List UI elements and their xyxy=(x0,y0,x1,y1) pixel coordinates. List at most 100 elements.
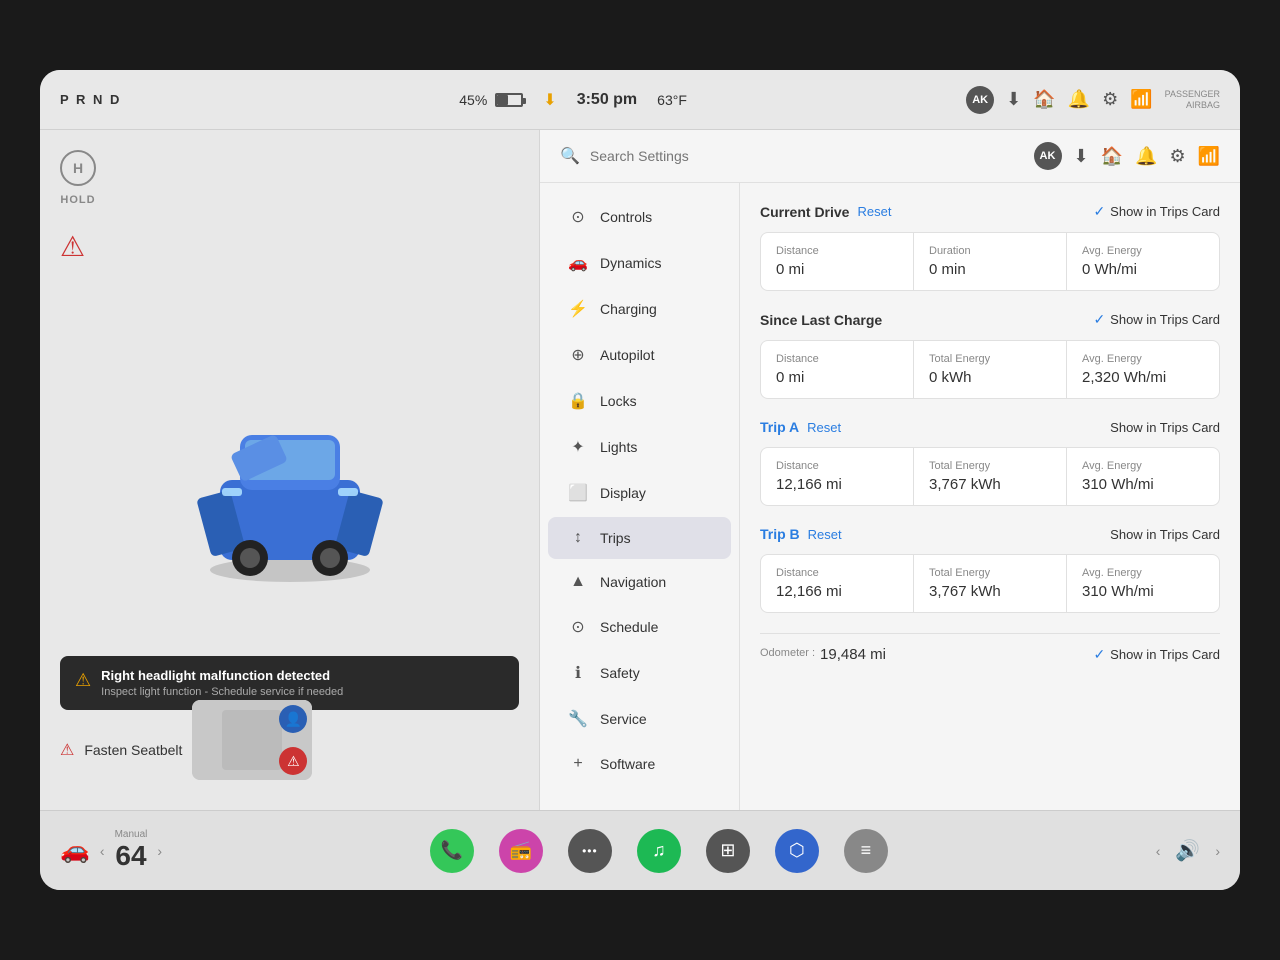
header-signal-icon[interactable]: 📶 xyxy=(1198,146,1220,167)
since-last-charge-show-trips-label: Show in Trips Card xyxy=(1110,312,1220,327)
bottom-right: ‹ 🔊 › xyxy=(1156,838,1220,863)
trip-b-avg-energy-label: Avg. Energy xyxy=(1082,567,1204,579)
sidebar-item-locks[interactable]: 🔒 Locks xyxy=(548,379,731,423)
chevron-right-temp-icon[interactable]: › xyxy=(157,843,162,859)
bluetooth-app-button[interactable]: ⬡ xyxy=(775,829,819,873)
slc-total-energy-cell: Total Energy 0 kWh xyxy=(914,341,1066,398)
bottom-bar: 🚗 ‹ Manual 64 › 📞 📻 ••• ♫ ⊞ xyxy=(40,810,1240,890)
software-icon: + xyxy=(568,755,588,773)
garage-icon[interactable]: 🏠 xyxy=(1033,89,1055,110)
trip-a-distance-value: 12,166 mi xyxy=(776,476,898,493)
odometer-show-trips[interactable]: ✓ Show in Trips Card xyxy=(1093,646,1220,663)
seatbelt-text: Fasten Seatbelt xyxy=(84,742,182,758)
charging-label: Charging xyxy=(600,301,657,317)
header-bell-icon[interactable]: 🔔 xyxy=(1135,146,1157,167)
sidebar-item-charging[interactable]: ⚡ Charging xyxy=(548,287,731,331)
safety-label: Safety xyxy=(600,665,640,681)
sidebar-item-dynamics[interactable]: 🚗 Dynamics xyxy=(548,241,731,285)
slc-avg-energy-cell: Avg. Energy 2,320 Wh/mi xyxy=(1067,341,1219,398)
current-drive-energy-label: Avg. Energy xyxy=(1082,245,1204,257)
top-bar-left: P R N D xyxy=(60,92,180,107)
trip-b-stats: Distance 12,166 mi Total Energy 3,767 kW… xyxy=(760,554,1220,613)
sidebar-item-schedule[interactable]: ⊙ Schedule xyxy=(548,605,731,649)
sidebar-item-controls[interactable]: ⊙ Controls xyxy=(548,195,731,239)
header-download-icon[interactable]: ⬇ xyxy=(1074,146,1089,167)
slc-total-energy-value: 0 kWh xyxy=(929,369,1051,386)
passenger-thumbnail: 👤 ⚠ xyxy=(192,700,312,780)
search-input[interactable] xyxy=(590,148,1024,164)
dynamics-icon: 🚗 xyxy=(568,253,588,273)
sidebar-item-autopilot[interactable]: ⊕ Autopilot xyxy=(548,333,731,377)
current-drive-title-group: Current Drive Reset xyxy=(760,204,891,220)
trip-a-total-energy-cell: Total Energy 3,767 kWh xyxy=(914,448,1066,505)
navigation-icon: ▲ xyxy=(568,573,588,591)
current-drive-reset-button[interactable]: Reset xyxy=(857,204,891,219)
trips-icon: ↕ xyxy=(568,529,588,547)
odometer-info: Odometer : 19,484 mi xyxy=(760,646,886,663)
radio-app-button[interactable]: 📻 xyxy=(499,829,543,873)
sidebar-item-software[interactable]: + Software xyxy=(548,743,731,785)
safety-icon: ℹ xyxy=(568,663,588,683)
passenger-airbag-indicator: PASSENGER AIRBAG xyxy=(1165,89,1220,111)
chevron-left-right-icon[interactable]: ‹ xyxy=(1156,843,1161,859)
trip-b-distance-label: Distance xyxy=(776,567,898,579)
slc-total-energy-label: Total Energy xyxy=(929,353,1051,365)
trip-a-show-trips[interactable]: Show in Trips Card xyxy=(1110,420,1220,435)
current-drive-distance-value: 0 mi xyxy=(776,261,898,278)
service-label: Service xyxy=(600,711,647,727)
hold-text: HOLD xyxy=(60,194,95,206)
sidebar-item-safety[interactable]: ℹ Safety xyxy=(548,651,731,695)
notification-bell-icon[interactable]: 🔔 xyxy=(1068,89,1090,110)
download-icon[interactable]: ⬇ xyxy=(1006,89,1021,110)
since-last-charge-show-trips[interactable]: ✓ Show in Trips Card xyxy=(1093,311,1220,328)
current-drive-show-trips[interactable]: ✓ Show in Trips Card xyxy=(1093,203,1220,220)
more-apps-button[interactable]: ••• xyxy=(568,829,612,873)
trip-a-reset-button[interactable]: Reset xyxy=(807,420,841,435)
since-last-charge-header: Since Last Charge ✓ Show in Trips Card xyxy=(760,311,1220,328)
trip-b-total-energy-cell: Total Energy 3,767 kWh xyxy=(914,555,1066,612)
spotify-app-button[interactable]: ♫ xyxy=(637,829,681,873)
settings-icon[interactable]: ⚙ xyxy=(1102,89,1118,110)
sidebar-item-navigation[interactable]: ▲ Navigation xyxy=(548,561,731,603)
locks-icon: 🔒 xyxy=(568,391,588,411)
notes-app-button[interactable]: ≡ xyxy=(844,829,888,873)
schedule-icon: ⊙ xyxy=(568,617,588,637)
header-home-icon[interactable]: 🏠 xyxy=(1101,146,1123,167)
current-drive-section: Current Drive Reset ✓ Show in Trips Card… xyxy=(760,203,1220,291)
chevron-left-icon[interactable]: ‹ xyxy=(100,843,105,859)
sidebar-item-trips[interactable]: ↕ Trips xyxy=(548,517,731,559)
car-icon-bottom: 🚗 xyxy=(60,836,90,865)
trip-b-total-energy-value: 3,767 kWh xyxy=(929,583,1051,600)
phone-app-button[interactable]: 📞 xyxy=(430,829,474,873)
bottom-left: 🚗 ‹ Manual 64 › xyxy=(60,829,162,872)
charging-icon: ⬇ xyxy=(543,90,556,110)
dynamics-label: Dynamics xyxy=(600,255,661,271)
odometer-value: 19,484 mi xyxy=(820,646,886,663)
service-icon: 🔧 xyxy=(568,709,588,729)
since-last-charge-title: Since Last Charge xyxy=(760,312,882,328)
sidebar-item-display[interactable]: ⬜ Display xyxy=(548,471,731,515)
header-user-avatar[interactable]: AK xyxy=(1034,142,1062,170)
trip-a-avg-energy-value: 310 Wh/mi xyxy=(1082,476,1204,493)
user-avatar[interactable]: AK xyxy=(966,86,994,114)
trip-b-reset-button[interactable]: Reset xyxy=(808,527,842,542)
display-label: Display xyxy=(600,485,646,501)
header-icons: AK ⬇ 🏠 🔔 ⚙ 📶 xyxy=(1034,142,1221,170)
temp-value[interactable]: 64 xyxy=(115,840,146,872)
top-bar-center: 45% ⬇ 3:50 pm 63°F xyxy=(180,90,966,110)
since-last-charge-section: Since Last Charge ✓ Show in Trips Card D… xyxy=(760,311,1220,399)
sidebar-item-lights[interactable]: ✦ Lights xyxy=(548,425,731,469)
charging-icon-nav: ⚡ xyxy=(568,299,588,319)
chevron-right-icon[interactable]: › xyxy=(1215,843,1220,859)
trip-a-stats: Distance 12,166 mi Total Energy 3,767 kW… xyxy=(760,447,1220,506)
trip-b-title: Trip B xyxy=(760,526,800,542)
signal-icon[interactable]: 📶 xyxy=(1130,89,1152,110)
current-drive-distance-cell: Distance 0 mi xyxy=(761,233,913,290)
since-last-charge-stats: Distance 0 mi Total Energy 0 kWh Avg. En… xyxy=(760,340,1220,399)
trip-a-distance-label: Distance xyxy=(776,460,898,472)
volume-icon[interactable]: 🔊 xyxy=(1175,838,1200,863)
grid-app-button[interactable]: ⊞ xyxy=(706,829,750,873)
sidebar-item-service[interactable]: 🔧 Service xyxy=(548,697,731,741)
trip-b-show-trips[interactable]: Show in Trips Card xyxy=(1110,527,1220,542)
header-settings-icon[interactable]: ⚙ xyxy=(1169,146,1185,167)
